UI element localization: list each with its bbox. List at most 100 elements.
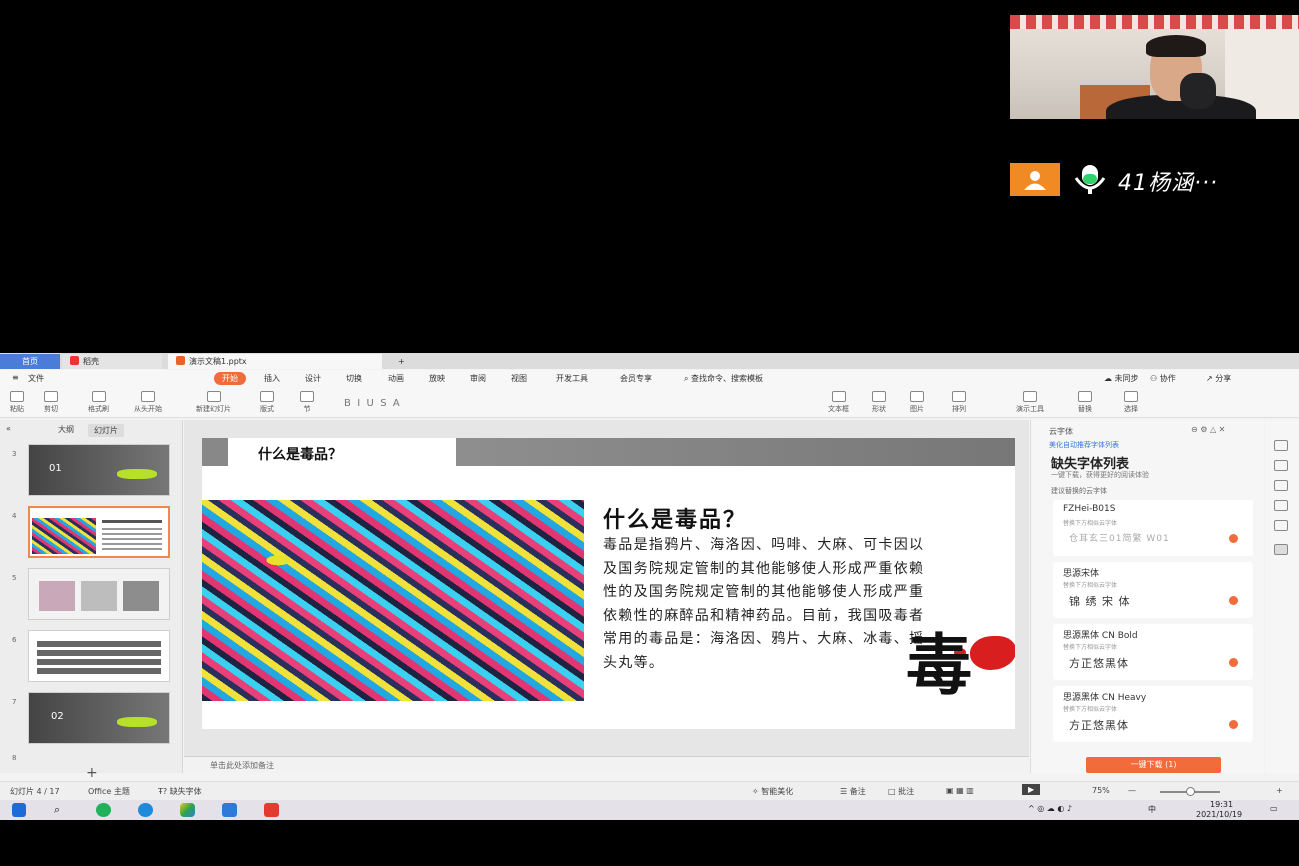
system-tray-icons[interactable]: ^ ◎ ☁ ◐ ♪: [1028, 804, 1072, 813]
animation-icon[interactable]: [1274, 480, 1288, 491]
download-icon[interactable]: [1229, 720, 1238, 729]
menu-member[interactable]: 会员专享: [620, 373, 652, 384]
font-format-group[interactable]: B I U S A: [344, 398, 400, 409]
panel-link[interactable]: 美化自动推荐字体列表: [1049, 440, 1119, 450]
menu-developer[interactable]: 开发工具: [556, 373, 588, 384]
search-command[interactable]: ⌕ 查找命令、搜索模板: [684, 373, 763, 384]
tab-home[interactable]: 首页: [0, 354, 60, 369]
panel-controls[interactable]: ⊖ ⚙ △ ✕: [1191, 425, 1225, 434]
menu-insert[interactable]: 插入: [264, 373, 280, 384]
arrange-icon: [952, 391, 966, 402]
wechat-icon[interactable]: [96, 803, 111, 817]
wps-icon[interactable]: [264, 803, 279, 817]
current-slide[interactable]: 什么是毒品？ 什么是毒品？ 毒品是指鸦片、海洛因、吗啡、大麻、可卡因以及国务院规…: [202, 438, 1015, 729]
windows-start-icon[interactable]: [12, 803, 26, 817]
clock-date[interactable]: 2021/10/19: [1196, 810, 1242, 819]
menu-slideshow[interactable]: 放映: [429, 373, 445, 384]
edge-icon[interactable]: [138, 803, 153, 817]
cut-button[interactable]: 剪切: [44, 391, 58, 414]
cut-label: 剪切: [44, 405, 58, 413]
menu-animation[interactable]: 动画: [388, 373, 404, 384]
search-placeholder: 查找命令、搜索模板: [691, 374, 764, 383]
properties-icon[interactable]: [1274, 440, 1288, 451]
shape-button[interactable]: 形状: [872, 391, 886, 414]
meeting-icon[interactable]: [222, 803, 237, 817]
picture-button[interactable]: 图片: [910, 391, 924, 414]
new-slide-button[interactable]: 新建幻灯片: [196, 391, 231, 414]
slide-canvas[interactable]: 什么是毒品？ 什么是毒品？ 毒品是指鸦片、海洛因、吗啡、大麻、可卡因以及国务院规…: [184, 420, 1029, 773]
view-mode-buttons[interactable]: ▣ ▦ ▥: [946, 786, 974, 795]
slide-header-title[interactable]: 什么是毒品？: [258, 444, 342, 464]
add-slide-button[interactable]: +: [86, 765, 98, 781]
section-button[interactable]: 节: [300, 391, 314, 414]
hamburger-icon[interactable]: ≡: [12, 373, 19, 382]
tab-store[interactable]: 稻壳: [62, 354, 162, 369]
search-icon[interactable]: ⌕: [54, 803, 69, 817]
menu-transition[interactable]: 切换: [346, 373, 362, 384]
new-tab-button[interactable]: +: [390, 354, 413, 369]
star-icon[interactable]: [1274, 460, 1288, 471]
one-click-download-button[interactable]: 一键下载 (1): [1086, 757, 1221, 773]
download-icon[interactable]: [1229, 658, 1238, 667]
from-start-button[interactable]: 从头开始: [134, 391, 162, 414]
zoom-in-icon[interactable]: +: [1276, 786, 1283, 795]
font-card[interactable]: FZHei-B01S 替换下方相似云字体 仓耳玄三01简繁 W01: [1053, 500, 1253, 556]
slide-title[interactable]: 什么是毒品？: [603, 502, 747, 534]
input-language[interactable]: 中: [1148, 804, 1156, 815]
present-tools-button[interactable]: 演示工具: [1016, 391, 1044, 414]
pills-image[interactable]: [202, 500, 584, 701]
notes-toggle[interactable]: ☰ 备注: [840, 786, 866, 797]
help-icon[interactable]: [1274, 500, 1288, 511]
beautify-button[interactable]: ✧ 智能美化: [752, 786, 793, 797]
collab-button[interactable]: ⚇ 协作: [1150, 373, 1176, 384]
status-bar: 幻灯片 4 / 17 Office 主题 Ŧ? 缺失字体 ✧ 智能美化 ☰ 备注…: [0, 781, 1299, 800]
comments-toggle[interactable]: □ 批注: [888, 786, 914, 797]
font-preview: 仓耳玄三01简繁 W01: [1069, 534, 1170, 544]
person-hand: [1180, 73, 1216, 109]
menu-home[interactable]: 开始: [214, 372, 246, 385]
replace-button[interactable]: 替换: [1078, 391, 1092, 414]
sync-status[interactable]: ☁ 未同步: [1104, 373, 1139, 384]
play-button[interactable]: ▶: [1022, 784, 1041, 795]
share-button[interactable]: ↗ 分享: [1206, 373, 1231, 384]
present-tools-label: 演示工具: [1016, 405, 1044, 413]
slide-thumbnail[interactable]: 02: [28, 692, 170, 744]
tab-slides[interactable]: 幻灯片: [88, 424, 124, 437]
slide-thumbnail[interactable]: [28, 630, 170, 682]
slide-thumbnail[interactable]: 01: [28, 444, 170, 496]
zoom-out-icon[interactable]: —: [1128, 786, 1136, 795]
menu-review[interactable]: 审阅: [470, 373, 486, 384]
clock-time[interactable]: 19:31: [1210, 800, 1233, 809]
menu-view[interactable]: 视图: [511, 373, 527, 384]
download-icon[interactable]: [1229, 596, 1238, 605]
slide-thumbnail[interactable]: [28, 568, 170, 620]
font-card[interactable]: 思源黑体 CN Heavy 替换下方相似云字体 方正悠黑体: [1053, 686, 1253, 742]
textbox-button[interactable]: 文本框: [828, 391, 849, 414]
missing-font-status[interactable]: Ŧ? 缺失字体: [158, 786, 202, 797]
tab-outline[interactable]: 大纲: [58, 424, 74, 435]
zoom-level[interactable]: 75%: [1092, 786, 1110, 795]
font-card[interactable]: 思源宋体 替换下方相似云字体 锦 绣 宋 体: [1053, 562, 1253, 618]
paste-button[interactable]: 粘贴: [10, 391, 24, 414]
font-icon[interactable]: [1274, 544, 1288, 555]
font-card[interactable]: 思源黑体 CN Bold 替换下方相似云字体 方正悠黑体: [1053, 624, 1253, 680]
select-button[interactable]: 选择: [1124, 391, 1138, 414]
tab-document[interactable]: 演示文稿1.pptx: [168, 354, 382, 369]
notes-area[interactable]: 单击此处添加备注: [184, 756, 1029, 773]
app-icon[interactable]: [180, 803, 195, 817]
menu-design[interactable]: 设计: [305, 373, 321, 384]
paste-icon: [10, 391, 24, 402]
download-icon[interactable]: [1229, 534, 1238, 543]
layout-button[interactable]: 版式: [260, 391, 274, 414]
zoom-slider-handle[interactable]: [1186, 787, 1195, 796]
format-painter-button[interactable]: 格式刷: [88, 391, 109, 414]
collapse-icon[interactable]: «: [6, 424, 11, 433]
slide-body-text[interactable]: 毒品是指鸦片、海洛因、吗啡、大麻、可卡因以及国务院规定管制的其他能够使人形成严重…: [603, 534, 935, 675]
slide-thumbnail-selected[interactable]: [28, 506, 170, 558]
calligraphy-character[interactable]: 毒: [906, 632, 972, 698]
slideshow-icon[interactable]: [1274, 520, 1288, 531]
menu-file[interactable]: 文件: [28, 373, 44, 384]
cloud-icon: ☁: [1104, 374, 1115, 383]
notification-icon[interactable]: ▭: [1270, 804, 1278, 813]
arrange-button[interactable]: 排列: [952, 391, 966, 414]
